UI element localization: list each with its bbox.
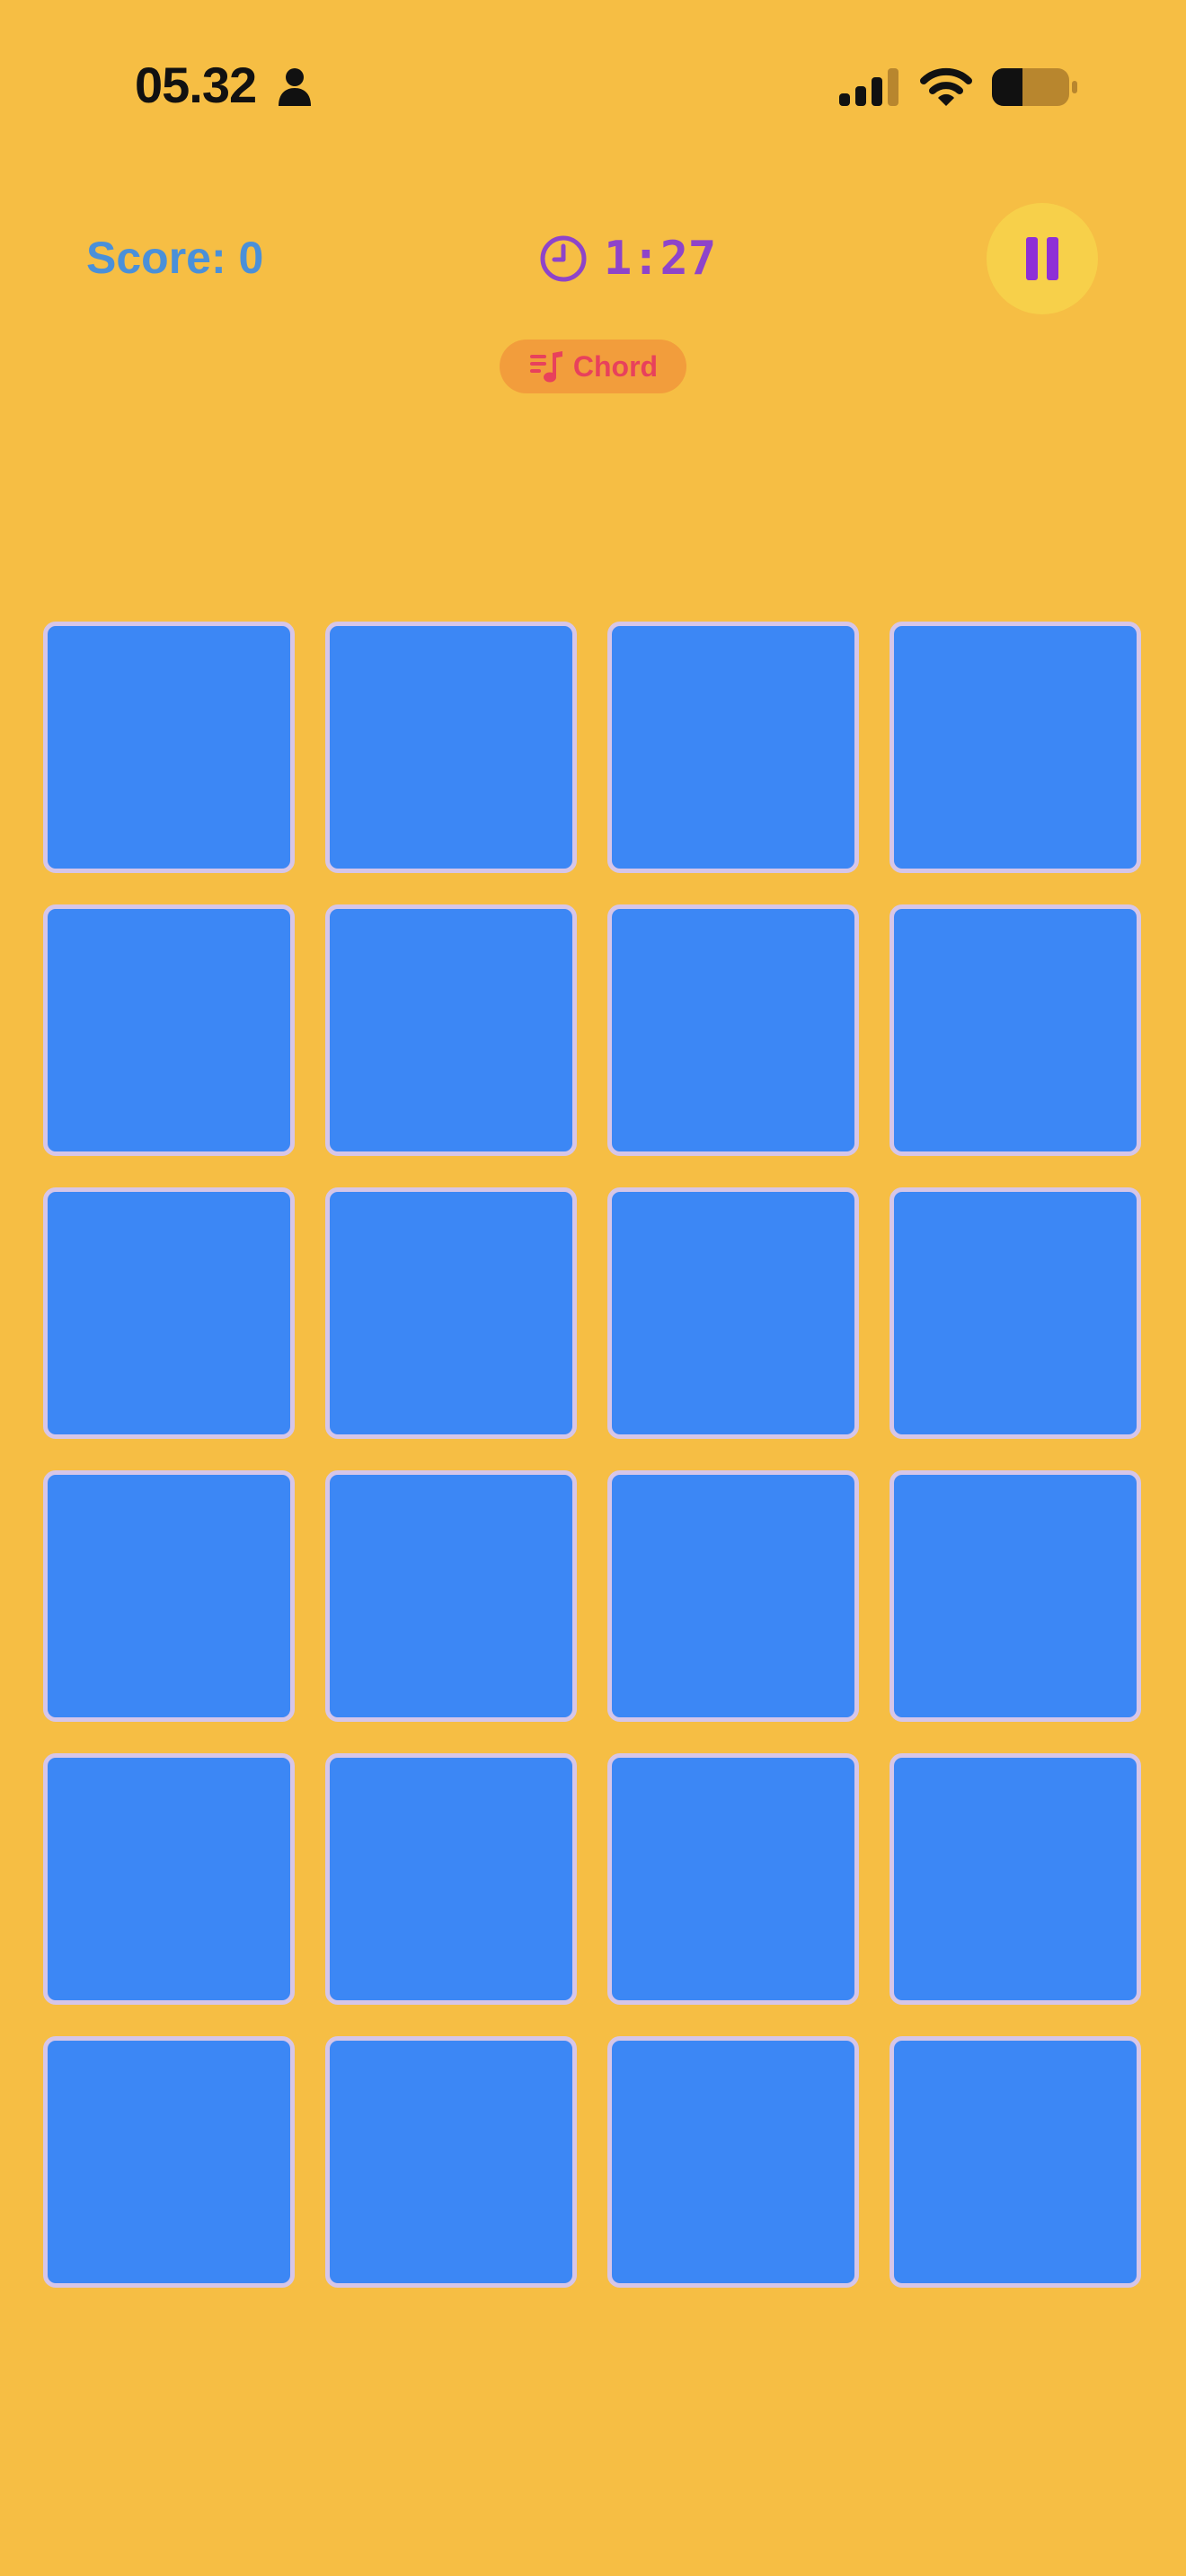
status-time: 05.32 — [135, 57, 257, 113]
card-tile[interactable] — [607, 904, 859, 1156]
card-tile[interactable] — [43, 1753, 295, 2005]
timer-value: 1:27 — [604, 232, 717, 286]
card-tile[interactable] — [890, 1753, 1141, 2005]
card-tile[interactable] — [607, 622, 859, 873]
card-tile[interactable] — [43, 1470, 295, 1722]
card-tile[interactable] — [890, 622, 1141, 873]
card-tile[interactable] — [43, 904, 295, 1156]
pause-icon — [1026, 237, 1058, 280]
card-tile[interactable] — [325, 1753, 577, 2005]
clock-icon — [540, 235, 587, 282]
card-grid — [43, 622, 1141, 2288]
mode-label: Chord — [572, 349, 659, 383]
card-tile[interactable] — [325, 622, 577, 873]
pause-button[interactable] — [987, 203, 1098, 314]
card-tile[interactable] — [607, 1187, 859, 1439]
card-tile[interactable] — [325, 904, 577, 1156]
battery-icon — [992, 68, 1077, 106]
card-tile[interactable] — [43, 2036, 295, 2288]
card-tile[interactable] — [43, 622, 295, 873]
card-tile[interactable] — [43, 1187, 295, 1439]
card-tile[interactable] — [890, 1187, 1141, 1439]
signal-icon — [839, 68, 898, 106]
card-tile[interactable] — [890, 2036, 1141, 2288]
card-tile[interactable] — [607, 1470, 859, 1722]
card-tile[interactable] — [890, 1470, 1141, 1722]
card-tile[interactable] — [607, 1753, 859, 2005]
card-tile[interactable] — [325, 1187, 577, 1439]
wifi-icon — [920, 67, 972, 106]
card-tile[interactable] — [325, 2036, 577, 2288]
music-note-list-icon — [529, 351, 562, 383]
status-bar: 05.32 — [0, 0, 1186, 171]
mode-badge: Chord — [500, 340, 686, 393]
person-icon — [279, 68, 311, 106]
card-tile[interactable] — [607, 2036, 859, 2288]
timer: 1:27 — [539, 232, 716, 286]
card-tile[interactable] — [890, 904, 1141, 1156]
card-tile[interactable] — [325, 1470, 577, 1722]
score-label: Score: 0 — [86, 233, 264, 283]
